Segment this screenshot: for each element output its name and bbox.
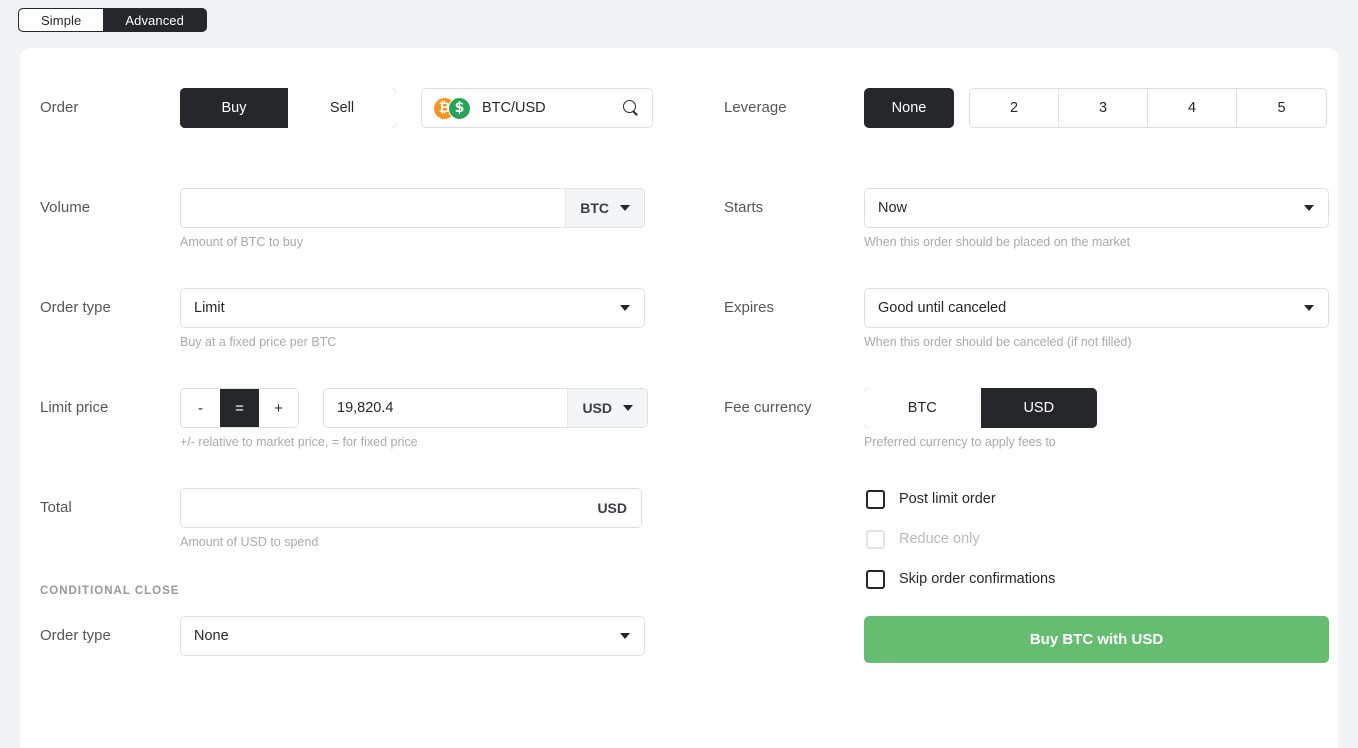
fee-currency-toggle[interactable]: BTC USD: [864, 388, 1097, 428]
skip-order-confirmations-label: Skip order confirmations: [899, 571, 1056, 587]
leverage-option-5[interactable]: 5: [1237, 89, 1326, 127]
checkbox-box: [866, 529, 885, 549]
volume-label: Volume: [40, 199, 91, 216]
limit-price-minus-button[interactable]: -: [181, 389, 220, 427]
order-options-group: Post limit order Reduce only Skip order …: [866, 488, 1055, 608]
fee-currency-usd[interactable]: USD: [980, 388, 1097, 428]
order-side-toggle[interactable]: Buy Sell: [180, 88, 396, 128]
starts-label: Starts: [724, 199, 764, 216]
limit-price-plus-button[interactable]: +: [259, 389, 298, 427]
checkbox-box[interactable]: [866, 489, 885, 509]
leverage-option-none[interactable]: None: [864, 88, 954, 128]
volume-currency-dropdown[interactable]: BTC: [565, 189, 644, 227]
chevron-down-icon: [1304, 205, 1314, 211]
post-limit-order-checkbox[interactable]: Post limit order: [866, 488, 1055, 510]
reduce-only-checkbox: Reduce only: [866, 528, 1055, 550]
total-hint: Amount of USD to spend: [180, 535, 319, 549]
limit-price-mode-stepper[interactable]: - = +: [180, 388, 299, 428]
limit-price-equals-button[interactable]: =: [220, 389, 259, 427]
mode-toggle-simple[interactable]: Simple: [19, 9, 104, 31]
order-type-hint: Buy at a fixed price per BTC: [180, 335, 337, 349]
total-currency: USD: [589, 489, 641, 527]
expires-label: Expires: [724, 299, 775, 316]
order-type-dropdown[interactable]: Limit: [180, 288, 645, 328]
order-side-sell[interactable]: Sell: [288, 88, 396, 128]
chevron-down-icon: [620, 633, 630, 639]
volume-field[interactable]: BTC: [180, 188, 645, 228]
post-limit-order-label: Post limit order: [899, 491, 996, 507]
conditional-close-heading: CONDITIONAL CLOSE: [40, 585, 180, 597]
order-row: Order Buy Sell ₿ $ BTC/USD: [40, 88, 653, 128]
fee-currency-btc[interactable]: BTC: [864, 388, 981, 428]
conditional-close-order-type-label: Order type: [40, 627, 111, 644]
limit-price-currency-dropdown[interactable]: USD: [567, 389, 647, 427]
starts-value: Now: [878, 200, 908, 216]
order-label: Order: [40, 99, 79, 116]
starts-dropdown[interactable]: Now: [864, 188, 1329, 228]
leverage-option-2[interactable]: 2: [970, 89, 1059, 127]
trading-pair-name: BTC/USD: [482, 100, 546, 116]
volume-input[interactable]: [181, 189, 566, 227]
limit-price-field[interactable]: 19,820.4 USD: [323, 388, 648, 428]
chevron-down-icon: [620, 305, 630, 311]
search-icon[interactable]: [623, 100, 639, 116]
order-type-label: Order type: [40, 299, 111, 316]
mode-toggle-advanced[interactable]: Advanced: [103, 9, 206, 31]
volume-currency-value: BTC: [580, 200, 609, 216]
limit-price-label: Limit price: [40, 399, 109, 416]
expires-row: Expires Good until canceled When this or…: [724, 288, 1329, 350]
leverage-option-3[interactable]: 3: [1059, 89, 1148, 127]
leverage-row: Leverage None 2 3 4 5: [724, 88, 1327, 128]
starts-row: Starts Now When this order should be pla…: [724, 188, 1329, 250]
volume-row: Volume BTC Amount of BTC to buy: [40, 188, 645, 250]
leverage-label: Leverage: [724, 99, 787, 116]
expires-hint: When this order should be canceled (if n…: [864, 335, 1132, 349]
submit-order-button[interactable]: Buy BTC with USD: [864, 616, 1329, 663]
conditional-close-order-type-dropdown[interactable]: None: [180, 616, 645, 656]
skip-order-confirmations-checkbox[interactable]: Skip order confirmations: [866, 568, 1055, 590]
fee-currency-hint: Preferred currency to apply fees to: [864, 435, 1056, 449]
chevron-down-icon: [1304, 305, 1314, 311]
mode-toggle[interactable]: Simple Advanced: [18, 8, 207, 32]
reduce-only-label: Reduce only: [899, 531, 980, 547]
leverage-options-group[interactable]: 2 3 4 5: [969, 88, 1327, 128]
limit-price-row: Limit price - = + 19,820.4 USD +/- relat…: [40, 388, 648, 450]
total-input[interactable]: [181, 489, 590, 527]
conditional-close-order-type-value: None: [194, 628, 229, 644]
total-row: Total USD Amount of USD to spend: [40, 488, 642, 550]
pair-icons: ₿ $: [434, 96, 471, 120]
total-field[interactable]: USD: [180, 488, 642, 528]
checkbox-box[interactable]: [866, 569, 885, 589]
chevron-down-icon: [623, 405, 633, 411]
fee-currency-row: Fee currency BTC USD Preferred currency …: [724, 388, 1097, 450]
total-label: Total: [40, 499, 72, 516]
volume-hint: Amount of BTC to buy: [180, 235, 303, 249]
conditional-close-order-type-row: Order type None: [40, 616, 645, 656]
order-type-row: Order type Limit Buy at a fixed price pe…: [40, 288, 645, 350]
order-form-card: Order Buy Sell ₿ $ BTC/USD Leverage None…: [20, 48, 1338, 748]
limit-price-currency-value: USD: [582, 400, 612, 416]
order-side-buy[interactable]: Buy: [180, 88, 288, 128]
limit-price-input[interactable]: 19,820.4: [324, 389, 568, 427]
limit-price-hint: +/- relative to market price, = for fixe…: [180, 435, 418, 449]
fee-currency-label: Fee currency: [724, 399, 812, 416]
order-type-value: Limit: [194, 300, 225, 316]
chevron-down-icon: [620, 205, 630, 211]
dollar-icon: $: [448, 96, 471, 120]
expires-dropdown[interactable]: Good until canceled: [864, 288, 1329, 328]
trading-pair-selector[interactable]: ₿ $ BTC/USD: [421, 88, 653, 128]
expires-value: Good until canceled: [878, 300, 1007, 316]
starts-hint: When this order should be placed on the …: [864, 235, 1131, 249]
leverage-option-4[interactable]: 4: [1148, 89, 1237, 127]
